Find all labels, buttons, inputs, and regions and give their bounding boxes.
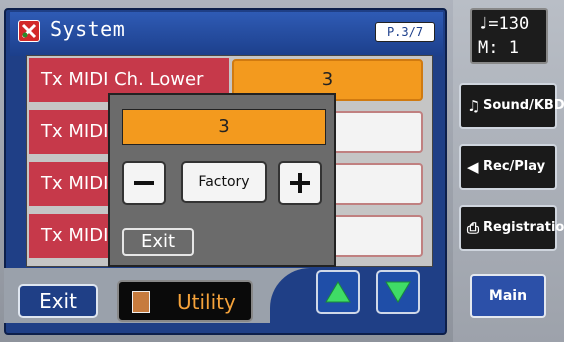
up-arrow-icon xyxy=(325,281,351,303)
plus-icon xyxy=(290,173,310,193)
utility-label: Utility xyxy=(177,290,236,314)
utility-icon xyxy=(132,291,150,313)
popup-value-display: 3 xyxy=(122,109,326,145)
rec-play-label: Rec/Play xyxy=(483,159,546,174)
decrement-button[interactable] xyxy=(122,161,166,205)
measure-value: M: 1 xyxy=(478,38,519,58)
speaker-icon: ◀ xyxy=(467,158,479,176)
main-button[interactable]: Main xyxy=(470,274,546,318)
screen: System P.3/7 Tx MIDI Ch. Lower 3 Tx MIDI… xyxy=(0,0,564,342)
scroll-down-button[interactable] xyxy=(376,270,420,314)
tempo-display: ♩=130 M: 1 xyxy=(470,8,548,64)
value-edit-popup: 3 Factory Exit xyxy=(108,93,336,267)
rec-play-button[interactable]: ◀ Rec/Play xyxy=(459,144,557,190)
system-icon xyxy=(18,20,40,42)
down-arrow-icon xyxy=(385,281,411,303)
increment-button[interactable] xyxy=(278,161,322,205)
registration-button[interactable]: ⎙ Registration xyxy=(459,205,564,251)
registration-icon: ⎙ xyxy=(467,219,480,237)
utility-button[interactable]: Utility xyxy=(117,280,253,322)
scroll-up-button[interactable] xyxy=(316,270,360,314)
minus-icon xyxy=(134,181,154,185)
page-title: System xyxy=(50,17,126,41)
sound-kbd-button[interactable]: ♫ Sound/KBD xyxy=(459,83,564,129)
music-note-icon: ♫ xyxy=(467,97,481,115)
popup-exit-button[interactable]: Exit xyxy=(122,228,194,256)
registration-label: Registration xyxy=(483,220,564,235)
page-indicator: P.3/7 xyxy=(375,22,435,42)
factory-reset-button[interactable]: Factory xyxy=(181,161,267,203)
tempo-value: ♩=130 xyxy=(478,14,530,34)
exit-button[interactable]: Exit xyxy=(18,284,98,318)
sound-kbd-label: Sound/KBD xyxy=(483,98,564,113)
